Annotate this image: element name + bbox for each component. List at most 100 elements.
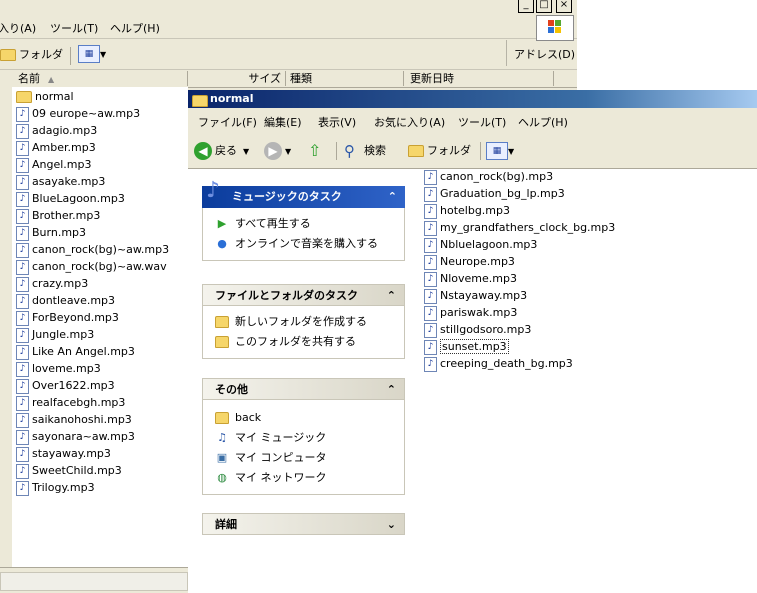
header-size[interactable]: サイズ <box>188 71 286 86</box>
file-item[interactable]: ♪ Graduation_bg_lp.mp3 <box>424 185 565 202</box>
collapse-chevron-icon[interactable]: ⌃ <box>388 186 397 208</box>
menu-favorites[interactable]: お気に入り(A) <box>374 114 445 130</box>
file-item[interactable]: ♪ my_grandfathers_clock_bg.mp3 <box>424 219 615 236</box>
task-share-folder[interactable]: このフォルダを共有する <box>215 332 404 352</box>
back-button[interactable]: ◀ 戻る ▼ <box>194 140 249 162</box>
menu-file[interactable]: ファイル(F) <box>198 114 257 130</box>
toolbar-separator <box>336 142 337 160</box>
file-item[interactable]: ♪ Nbluelagoon.mp3 <box>424 236 537 253</box>
collapse-chevron-icon[interactable]: ⌃ <box>387 285 396 307</box>
windows-logo-icon <box>536 15 574 41</box>
list-item[interactable]: ♪ BlueLagoon.mp3 <box>16 190 125 207</box>
list-item[interactable]: ♪ Jungle.mp3 <box>16 326 94 343</box>
list-item[interactable]: ♪ stayaway.mp3 <box>16 445 111 462</box>
search-button[interactable]: ⚲ 検索 <box>344 140 386 162</box>
list-item[interactable]: ♪ adagio.mp3 <box>16 122 97 139</box>
audio-file-icon: ♪ <box>424 169 437 185</box>
list-item[interactable]: ♪ Amber.mp3 <box>16 139 96 156</box>
music-tasks-header[interactable]: ♪ ミュージックのタスク ⌃ <box>202 180 405 208</box>
audio-file-icon: ♪ <box>16 480 29 496</box>
task-new-folder[interactable]: 新しいフォルダを作成する <box>215 312 404 332</box>
expand-chevron-icon[interactable]: ⌄ <box>387 514 396 536</box>
audio-file-icon: ♪ <box>16 412 29 428</box>
menu-tools[interactable]: ツール(T) <box>458 114 506 130</box>
list-item[interactable]: ♪ asayake.mp3 <box>16 173 105 190</box>
list-item[interactable]: ♪ realfacebgh.mp3 <box>16 394 125 411</box>
file-item[interactable]: ♪ canon_rock(bg).mp3 <box>424 168 553 185</box>
bg-menu-tools[interactable]: ツール(T) <box>50 20 98 36</box>
list-item[interactable]: ♪ sayonara~aw.mp3 <box>16 428 135 445</box>
audio-file-icon: ♪ <box>16 310 29 326</box>
column-headers: 名前 ▲ サイズ 種類 更新日時 <box>12 71 577 88</box>
audio-file-icon: ♪ <box>16 174 29 190</box>
bg-views-button[interactable]: ▦ ▼ <box>78 45 106 63</box>
list-item[interactable]: ♪ Like An Angel.mp3 <box>16 343 135 360</box>
up-folder-button[interactable]: ⇧ <box>308 140 328 162</box>
header-type[interactable]: 種類 <box>286 71 404 86</box>
list-item[interactable]: ♪ saikanohoshi.mp3 <box>16 411 132 428</box>
list-item[interactable]: normal <box>16 88 74 105</box>
list-item[interactable]: ♪ Burn.mp3 <box>16 224 86 241</box>
views-icon: ▦ <box>78 45 100 63</box>
header-modified[interactable]: 更新日時 <box>404 71 554 86</box>
header-name[interactable]: 名前 ▲ <box>12 71 188 86</box>
share-folder-icon <box>215 335 229 349</box>
sort-arrow-icon: ▲ <box>48 75 55 84</box>
folder-icon <box>408 145 424 157</box>
list-item[interactable]: ♪ loveme.mp3 <box>16 360 101 377</box>
folder-icon <box>215 411 229 425</box>
file-item[interactable]: ♪ pariswak.mp3 <box>424 304 517 321</box>
list-item[interactable]: ♪ canon_rock(bg)~aw.mp3 <box>16 241 169 258</box>
folder-icon <box>192 94 211 107</box>
list-item[interactable]: ♪ Over1622.mp3 <box>16 377 115 394</box>
bg-folders-button[interactable]: フォルダ <box>0 46 63 62</box>
folders-button[interactable]: フォルダ <box>408 140 471 162</box>
chevron-down-icon: ▼ <box>100 50 107 59</box>
menu-help[interactable]: ヘルプ(H) <box>518 114 568 130</box>
audio-file-icon: ♪ <box>16 276 29 292</box>
audio-file-icon: ♪ <box>16 293 29 309</box>
file-item[interactable]: ♪ stillgodsoro.mp3 <box>424 321 531 338</box>
other-places-panel: その他 ⌃ back ♫ マイ ミュージック ▣ マイ コンピュータ ◍ マイ ネット… <box>202 378 405 495</box>
task-buy-music-online[interactable]: ● オンラインで音楽を購入する <box>215 234 404 254</box>
address-label[interactable]: アドレス(D) <box>506 40 575 66</box>
bg-menu-favorites[interactable]: 入り(A) <box>0 20 36 36</box>
task-play-all[interactable]: ▶ すべて再生する <box>215 214 404 234</box>
file-item[interactable]: ♪ hotelbg.mp3 <box>424 202 510 219</box>
audio-file-icon: ♪ <box>16 106 29 122</box>
file-item[interactable]: ♪ Nstayaway.mp3 <box>424 287 527 304</box>
list-item[interactable]: ♪ crazy.mp3 <box>16 275 88 292</box>
audio-file-icon: ♪ <box>424 356 437 372</box>
list-item[interactable]: ♪ canon_rock(bg)~aw.wav <box>16 258 167 275</box>
close-button[interactable]: × <box>556 0 572 13</box>
file-tasks-header[interactable]: ファイルとフォルダのタスク ⌃ <box>202 284 405 306</box>
fw-title-bar[interactable]: normal <box>188 90 757 108</box>
horizontal-scrollbar[interactable] <box>0 572 188 591</box>
place-my-network[interactable]: ◍ マイ ネットワーク <box>215 468 404 488</box>
minimize-button[interactable]: _ <box>518 0 534 13</box>
menu-edit[interactable]: 編集(E) <box>264 114 302 130</box>
place-back[interactable]: back <box>215 408 404 428</box>
forward-button[interactable]: ▶ ▼ <box>264 140 291 162</box>
bg-menu-help[interactable]: ヘルプ(H) <box>110 20 160 36</box>
list-item[interactable]: ♪ Angel.mp3 <box>16 156 92 173</box>
file-item[interactable]: ♪ creeping_death_bg.mp3 <box>424 355 573 372</box>
audio-file-icon: ♪ <box>16 361 29 377</box>
file-item[interactable]: ♪ sunset.mp3 <box>424 338 509 355</box>
place-my-computer[interactable]: ▣ マイ コンピュータ <box>215 448 404 468</box>
collapse-chevron-icon[interactable]: ⌃ <box>387 379 396 401</box>
list-item[interactable]: ♪ SweetChild.mp3 <box>16 462 122 479</box>
list-item[interactable]: ♪ dontleave.mp3 <box>16 292 115 309</box>
maximize-button[interactable]: □ <box>536 0 552 13</box>
list-item[interactable]: ♪ 09 europe~aw.mp3 <box>16 105 140 122</box>
other-places-header[interactable]: その他 ⌃ <box>202 378 405 400</box>
views-button[interactable]: ▦ ▼ <box>486 140 514 162</box>
file-item[interactable]: ♪ Neurope.mp3 <box>424 253 515 270</box>
list-item[interactable]: ♪ ForBeyond.mp3 <box>16 309 119 326</box>
file-item[interactable]: ♪ Nloveme.mp3 <box>424 270 517 287</box>
menu-view[interactable]: 表示(V) <box>318 114 356 130</box>
list-item[interactable]: ♪ Trilogy.mp3 <box>16 479 95 496</box>
place-my-music[interactable]: ♫ マイ ミュージック <box>215 428 404 448</box>
details-header[interactable]: 詳細 ⌄ <box>202 513 405 535</box>
list-item[interactable]: ♪ Brother.mp3 <box>16 207 100 224</box>
